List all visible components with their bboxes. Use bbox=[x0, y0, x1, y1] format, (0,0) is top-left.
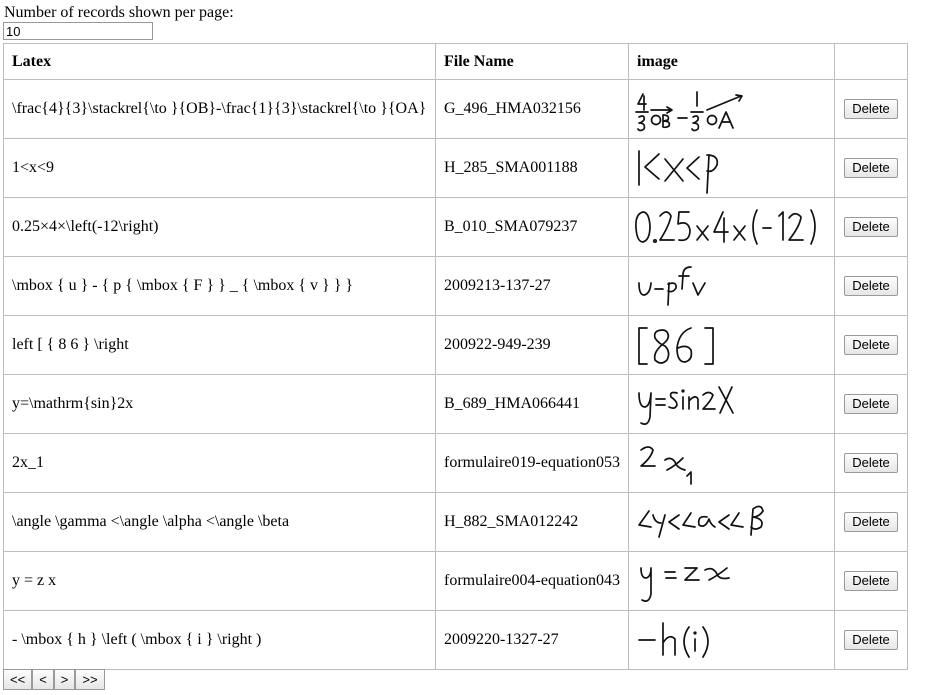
delete-button[interactable]: Delete bbox=[844, 394, 898, 414]
latex-cell: y=\mathrm{sin}2x bbox=[3, 374, 436, 434]
table-row: y=\mathrm{sin}2x B_689_HMA066441 Delete bbox=[3, 374, 908, 434]
file-name-cell: 2009220-1327-27 bbox=[435, 610, 629, 670]
action-cell: Delete bbox=[834, 492, 908, 552]
delete-button[interactable]: Delete bbox=[844, 453, 898, 473]
handwritten-formula-image bbox=[638, 327, 714, 365]
image-cell bbox=[628, 79, 835, 139]
latex-cell: \angle \gamma <\angle \alpha <\angle \be… bbox=[3, 492, 436, 552]
table-row: left [ { 8 6 } \right 200922-949-239 Del… bbox=[3, 315, 908, 375]
image-cell bbox=[628, 138, 835, 198]
image-cell bbox=[628, 433, 835, 493]
pagination: << < > >> bbox=[3, 669, 105, 690]
handwritten-formula-image bbox=[635, 209, 816, 245]
latex-cell: 2x_1 bbox=[3, 433, 436, 493]
latex-cell: \frac{4}{3}\stackrel{\to }{OB}-\frac{1}{… bbox=[3, 79, 436, 139]
delete-button[interactable]: Delete bbox=[844, 99, 898, 119]
table-row: 0.25×4×\left(-12\right) B_010_SMA079237 bbox=[3, 197, 908, 257]
table-row: \frac{4}{3}\stackrel{\to }{OB}-\frac{1}{… bbox=[3, 79, 908, 139]
delete-button[interactable]: Delete bbox=[844, 158, 898, 178]
table-header-row: Latex File Name image bbox=[3, 43, 908, 80]
delete-button[interactable]: Delete bbox=[844, 335, 898, 355]
table-row: 1<x<9 H_285_SMA001188 Delete bbox=[3, 138, 908, 198]
table-row: \mbox { u } - { p { \mbox { F } } _ { \m… bbox=[3, 256, 908, 316]
file-name-cell: formulaire004-equation043 bbox=[435, 551, 629, 611]
file-name-cell: H_285_SMA001188 bbox=[435, 138, 629, 198]
file-name-cell: formulaire019-equation053 bbox=[435, 433, 629, 493]
image-cell bbox=[628, 256, 835, 316]
column-header-action bbox=[834, 43, 908, 80]
delete-button[interactable]: Delete bbox=[844, 571, 898, 591]
latex-cell: 1<x<9 bbox=[3, 138, 436, 198]
image-cell bbox=[628, 374, 835, 434]
image-cell bbox=[628, 197, 835, 257]
handwritten-formula-image bbox=[638, 266, 706, 306]
action-cell: Delete bbox=[834, 138, 908, 198]
delete-button[interactable]: Delete bbox=[844, 512, 898, 532]
handwritten-formula-image bbox=[638, 150, 719, 194]
latex-cell: 0.25×4×\left(-12\right) bbox=[3, 197, 436, 257]
action-cell: Delete bbox=[834, 374, 908, 434]
column-header-latex: Latex bbox=[3, 43, 436, 80]
file-name-cell: B_010_SMA079237 bbox=[435, 197, 629, 257]
per-page-label: Number of records shown per page: bbox=[4, 4, 234, 21]
latex-cell: - \mbox { h } \left ( \mbox { i } \right… bbox=[3, 610, 436, 670]
last-page-button[interactable]: >> bbox=[75, 669, 105, 690]
image-cell bbox=[628, 492, 835, 552]
action-cell: Delete bbox=[834, 256, 908, 316]
image-cell bbox=[628, 315, 835, 375]
latex-cell: y = z x bbox=[3, 551, 436, 611]
image-cell bbox=[628, 610, 835, 670]
per-page-input[interactable] bbox=[3, 22, 153, 40]
file-name-cell: B_689_HMA066441 bbox=[435, 374, 629, 434]
latex-cell: left [ { 8 6 } \right bbox=[3, 315, 436, 375]
delete-button[interactable]: Delete bbox=[844, 276, 898, 296]
delete-button[interactable]: Delete bbox=[844, 630, 898, 650]
table-row: 2x_1 formulaire019-equation053 Delete bbox=[3, 433, 908, 493]
column-header-file-name: File Name bbox=[435, 43, 629, 80]
handwritten-formula-image bbox=[638, 622, 709, 658]
file-name-cell: 2009213-137-27 bbox=[435, 256, 629, 316]
records-table: Latex File Name image \frac{4}{3}\stackr… bbox=[3, 43, 908, 670]
handwritten-formula-image bbox=[638, 505, 764, 538]
first-page-button[interactable]: << bbox=[3, 669, 33, 690]
handwritten-formula-image bbox=[640, 567, 730, 602]
file-name-cell: G_496_HMA032156 bbox=[435, 79, 629, 139]
column-header-image: image bbox=[628, 43, 835, 80]
table-row: - \mbox { h } \left ( \mbox { i } \right… bbox=[3, 610, 908, 670]
action-cell: Delete bbox=[834, 197, 908, 257]
previous-page-button[interactable]: < bbox=[32, 669, 54, 690]
image-cell bbox=[628, 551, 835, 611]
table-row: \angle \gamma <\angle \alpha <\angle \be… bbox=[3, 492, 908, 552]
table-row: y = z x formulaire004-equation043 Delete bbox=[3, 551, 908, 611]
action-cell: Delete bbox=[834, 433, 908, 493]
handwritten-formula-image bbox=[638, 386, 734, 425]
action-cell: Delete bbox=[834, 610, 908, 670]
delete-button[interactable]: Delete bbox=[844, 217, 898, 237]
handwritten-formula-image bbox=[640, 446, 692, 485]
action-cell: Delete bbox=[834, 79, 908, 139]
latex-cell: \mbox { u } - { p { \mbox { F } } _ { \m… bbox=[3, 256, 436, 316]
next-page-button[interactable]: > bbox=[53, 669, 76, 690]
action-cell: Delete bbox=[834, 551, 908, 611]
handwritten-formula-image bbox=[635, 91, 743, 132]
file-name-cell: H_882_SMA012242 bbox=[435, 492, 629, 552]
file-name-cell: 200922-949-239 bbox=[435, 315, 629, 375]
action-cell: Delete bbox=[834, 315, 908, 375]
